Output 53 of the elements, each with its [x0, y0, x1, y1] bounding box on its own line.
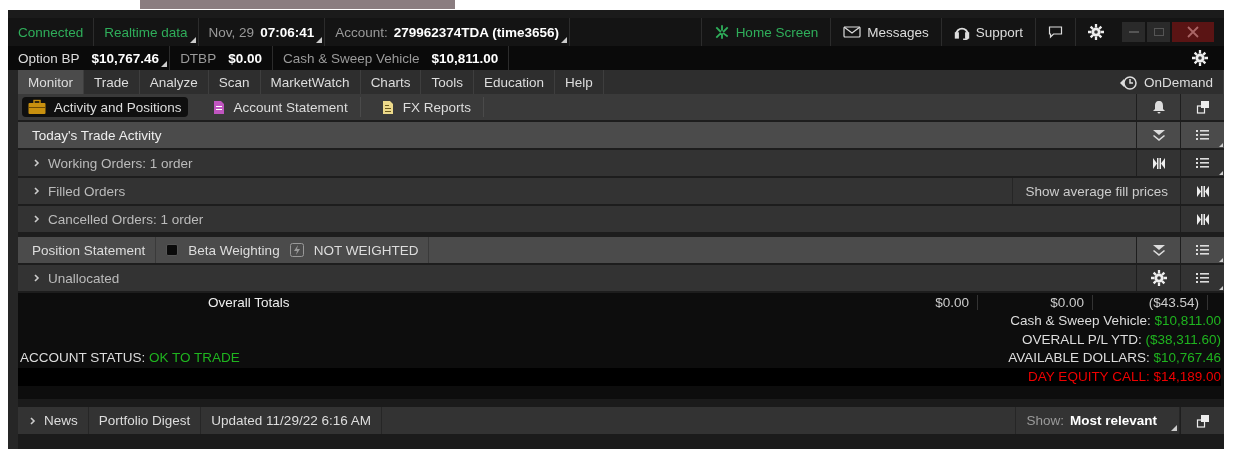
- sub-tab[interactable]: Activity and Positions: [22, 97, 188, 117]
- gear-icon: [1192, 50, 1208, 66]
- summary-line: OVERALL P/L YTD: ($38,311.60): [1022, 330, 1221, 349]
- beta-weighting-label: Beta Weighting: [188, 242, 280, 258]
- list-icon: [1195, 128, 1210, 142]
- windows-icon: [1195, 413, 1210, 428]
- collapse-icon: [1195, 212, 1210, 226]
- total-cell: $0.00: [863, 295, 978, 310]
- close-button[interactable]: [1172, 22, 1214, 42]
- chevron-right-icon: [32, 186, 42, 196]
- report-icon: [380, 100, 395, 114]
- list-icon: [1195, 243, 1210, 257]
- collapse-icon: [1195, 184, 1210, 198]
- summary-line: Cash & Sweep Vehicle: $10,811.00: [1010, 312, 1221, 330]
- double-chevron-icon: [1151, 243, 1166, 257]
- document-icon: [211, 100, 226, 114]
- total-cell: $0.00: [978, 295, 1093, 310]
- collapse-icon: [1151, 156, 1166, 170]
- summary-line: AVAILABLE DOLLARS: $10,767.46: [1008, 349, 1221, 367]
- chevron-right-icon: [28, 415, 38, 426]
- order-group-toggle[interactable]: Working Orders: 1 order: [18, 154, 199, 172]
- section-title: Today's Trade Activity: [31, 127, 162, 143]
- weighting-value: NOT WEIGHTED: [313, 242, 419, 258]
- overall-totals-label: Overall Totals: [208, 295, 290, 310]
- sub-tab[interactable]: FX Reports: [368, 97, 484, 117]
- windows-icon: [1195, 100, 1210, 114]
- order-group-toggle[interactable]: Unallocated: [18, 269, 126, 287]
- bell-icon: [1151, 100, 1166, 114]
- total-cell: ($43.54): [1093, 295, 1208, 310]
- settings-button[interactable]: [1192, 50, 1208, 66]
- maximize-icon: [1153, 28, 1164, 36]
- chevron-right-icon: [32, 273, 42, 283]
- sparkle-icon: [713, 24, 730, 40]
- clock-arrow-icon: [1119, 74, 1138, 90]
- gear-icon: [1088, 24, 1104, 40]
- sub-tab[interactable]: Account Statement: [199, 97, 361, 117]
- chat-icon: [1048, 25, 1063, 39]
- gear-icon: [1150, 270, 1167, 286]
- minimize-icon: [1128, 31, 1139, 33]
- chevron-right-icon: [32, 214, 42, 224]
- mail-icon: [843, 24, 862, 40]
- list-icon: [1195, 156, 1210, 170]
- menu-tab[interactable]: Monitor: [18, 70, 84, 94]
- chevron-right-icon: [32, 158, 42, 168]
- list-icon: [1195, 271, 1210, 285]
- close-icon: [1187, 26, 1199, 38]
- double-chevron-icon: [1151, 128, 1166, 142]
- account-status: ACCOUNT STATUS: OK TO TRADE: [20, 349, 240, 367]
- briefcase-icon: [28, 99, 46, 115]
- beta-weighting-checkbox[interactable]: [166, 244, 179, 256]
- order-group-toggle[interactable]: Filled Orders: [18, 182, 132, 200]
- lightning-icon: [289, 243, 304, 257]
- order-group-toggle[interactable]: Cancelled Orders: 1 order: [18, 210, 210, 228]
